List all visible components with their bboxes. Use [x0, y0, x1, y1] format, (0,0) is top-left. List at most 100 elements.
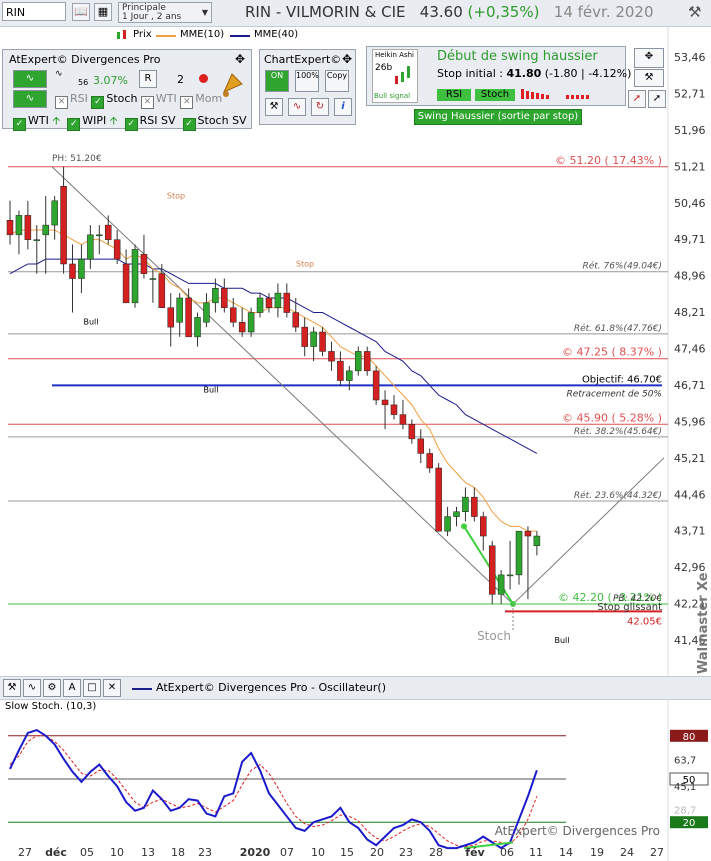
- x-tick-label: 10: [311, 846, 325, 859]
- candle-body: [480, 516, 487, 537]
- hammer-icon[interactable]: ⚒: [634, 69, 664, 87]
- y-tick-label: 51,21: [674, 160, 706, 173]
- level-4590-label: © 45.90 ( 5.28% ): [562, 411, 662, 424]
- y-tick-label: 45,96: [674, 415, 706, 428]
- bull-signal-label: Bull signal: [374, 92, 411, 100]
- candle-body: [274, 292, 282, 308]
- y-tick-label: 49,71: [674, 233, 706, 246]
- candle-body: [399, 414, 407, 425]
- candle-body: [185, 297, 192, 338]
- wave-icon[interactable]: ∿: [23, 679, 41, 697]
- info-icon[interactable]: i: [334, 98, 352, 116]
- page-title: RIN - VILMORIN & CIE 43.60 (+0,35%) 14 f…: [245, 3, 654, 21]
- chart-red-icon[interactable]: ➚: [628, 90, 646, 108]
- x-tick-label: 14: [559, 846, 573, 859]
- oscillator-chart[interactable]: Slow Stoch. (10,3)80502063,745,128,7AtEx…: [0, 699, 711, 861]
- stoch-signal-label: Stoch: [477, 629, 511, 643]
- check-stoch-sv-label: Stoch SV: [197, 114, 247, 127]
- x-tick-label: 19: [590, 846, 604, 859]
- grid-icon[interactable]: ▦: [94, 3, 112, 21]
- check-mom[interactable]: ✕ Mom: [180, 92, 222, 109]
- hammer-icon[interactable]: ⚒: [3, 679, 21, 697]
- candle-body: [96, 234, 103, 237]
- stop-value: 41.80: [506, 67, 542, 80]
- zoom-100-button[interactable]: 100%: [295, 70, 319, 92]
- chart-line-icon[interactable]: ➚: [648, 90, 666, 108]
- wave-icon: ∿: [55, 69, 63, 79]
- check-rsi-sv[interactable]: ✓ RSI SV: [124, 114, 176, 131]
- check-wipi[interactable]: ✓ WIPI 🡩: [67, 114, 118, 131]
- candle-body: [319, 331, 326, 352]
- x-tick-label: 05: [80, 846, 94, 859]
- move-icon[interactable]: ✥: [342, 52, 352, 66]
- candle-body: [33, 239, 41, 241]
- tools-icon[interactable]: ⚒: [688, 3, 701, 21]
- candle-body: [435, 467, 442, 532]
- symbol-input[interactable]: RIN: [2, 2, 66, 21]
- candle-body: [15, 215, 23, 236]
- stop-label: Stop initial :: [437, 67, 503, 80]
- atexpert-title: AtExpert© Divergences Pro: [9, 53, 161, 66]
- osc-tick-451: 45,1: [674, 782, 696, 793]
- check-wti[interactable]: ✕ WTI: [140, 92, 177, 109]
- hammer-icon[interactable]: ⚒: [265, 98, 283, 116]
- bell-icon[interactable]: [218, 70, 248, 100]
- y-tick-label: 51,96: [674, 124, 706, 137]
- copy-button[interactable]: Copy: [325, 70, 349, 92]
- chartexpert-panel: ChartExpert© ✥ ON 100% Copy ⚒ ∿ ↻ i: [259, 49, 356, 125]
- check-stoch[interactable]: ✓ Stoch: [91, 92, 137, 109]
- candle-body: [265, 297, 273, 308]
- candle-body: [60, 185, 67, 265]
- ret382-label: Rét. 38.2%(45.64€): [574, 426, 662, 437]
- tune-icon[interactable]: ⚙: [43, 679, 61, 697]
- x-tick-label: 10: [110, 846, 124, 859]
- candles-icon: [395, 66, 410, 84]
- mme10-line: [9, 229, 537, 532]
- btn-on-label: ON: [270, 71, 284, 80]
- cycle-icon[interactable]: ↻: [311, 98, 329, 116]
- ret50-label: Retracement de 50%: [566, 389, 662, 399]
- check-rsi[interactable]: ✕ RSI: [55, 92, 88, 109]
- pattern-icon[interactable]: ∿: [288, 98, 306, 116]
- y-tick-label: 47,46: [674, 343, 706, 356]
- close-icon[interactable]: ✕: [103, 679, 121, 697]
- osc-tick-287: 28,7: [674, 806, 696, 817]
- divergence-alert-button[interactable]: ∿: [13, 90, 47, 108]
- divergence-toggle-button[interactable]: ∿: [13, 70, 47, 88]
- r-icon[interactable]: R: [139, 70, 157, 88]
- arrow-up-icon: 🡩: [109, 114, 118, 127]
- script-icon[interactable]: A: [63, 679, 81, 697]
- move-icon[interactable]: ✥: [235, 52, 245, 66]
- period-select[interactable]: Principale 1 Jour , 2 ans ▼: [118, 2, 212, 23]
- last-price: 43.60: [419, 3, 463, 21]
- move-chart-icon[interactable]: ✥: [634, 48, 664, 68]
- candle-body: [69, 263, 76, 279]
- divergence-dot-start: [461, 523, 467, 530]
- chartexpert-on-button[interactable]: ON: [265, 70, 289, 92]
- candle-body: [310, 331, 317, 347]
- check-wti-up[interactable]: ✓ WTI 🡩: [13, 114, 61, 131]
- candle-body: [372, 370, 380, 401]
- osc-tick-637: 63,7: [674, 755, 696, 766]
- book-icon[interactable]: 📖: [72, 3, 90, 21]
- rsi-badge: RSI: [437, 89, 471, 101]
- candle-body: [506, 574, 514, 577]
- candle-body: [337, 360, 344, 381]
- objectif-label: Objectif: 46.70€: [582, 374, 662, 385]
- x-tick-label: 27: [18, 846, 32, 859]
- candle-body: [247, 312, 255, 333]
- check-stoch-sv[interactable]: ✓ Stoch SV: [182, 114, 247, 131]
- stop-marker: Stop: [296, 259, 314, 268]
- arrow-up-icon: 🡩: [52, 114, 61, 127]
- signal-checks: ✓ WTI 🡩 ✓ WIPI 🡩 ✓ RSI SV ✓ Stoch SV: [13, 112, 247, 131]
- days-label: 26b: [375, 63, 393, 73]
- candle-body: [230, 307, 237, 323]
- candle-body: [256, 297, 264, 313]
- y-tick-label: 52,71: [674, 87, 706, 100]
- candle-body: [497, 574, 505, 595]
- square-icon[interactable]: □: [83, 679, 101, 697]
- y-tick-label: 44,46: [674, 488, 706, 501]
- period-value: 1 Jour , 2 ans: [122, 12, 182, 22]
- stoch-badge: Stoch: [475, 89, 515, 101]
- x-tick-label: 20: [370, 846, 384, 859]
